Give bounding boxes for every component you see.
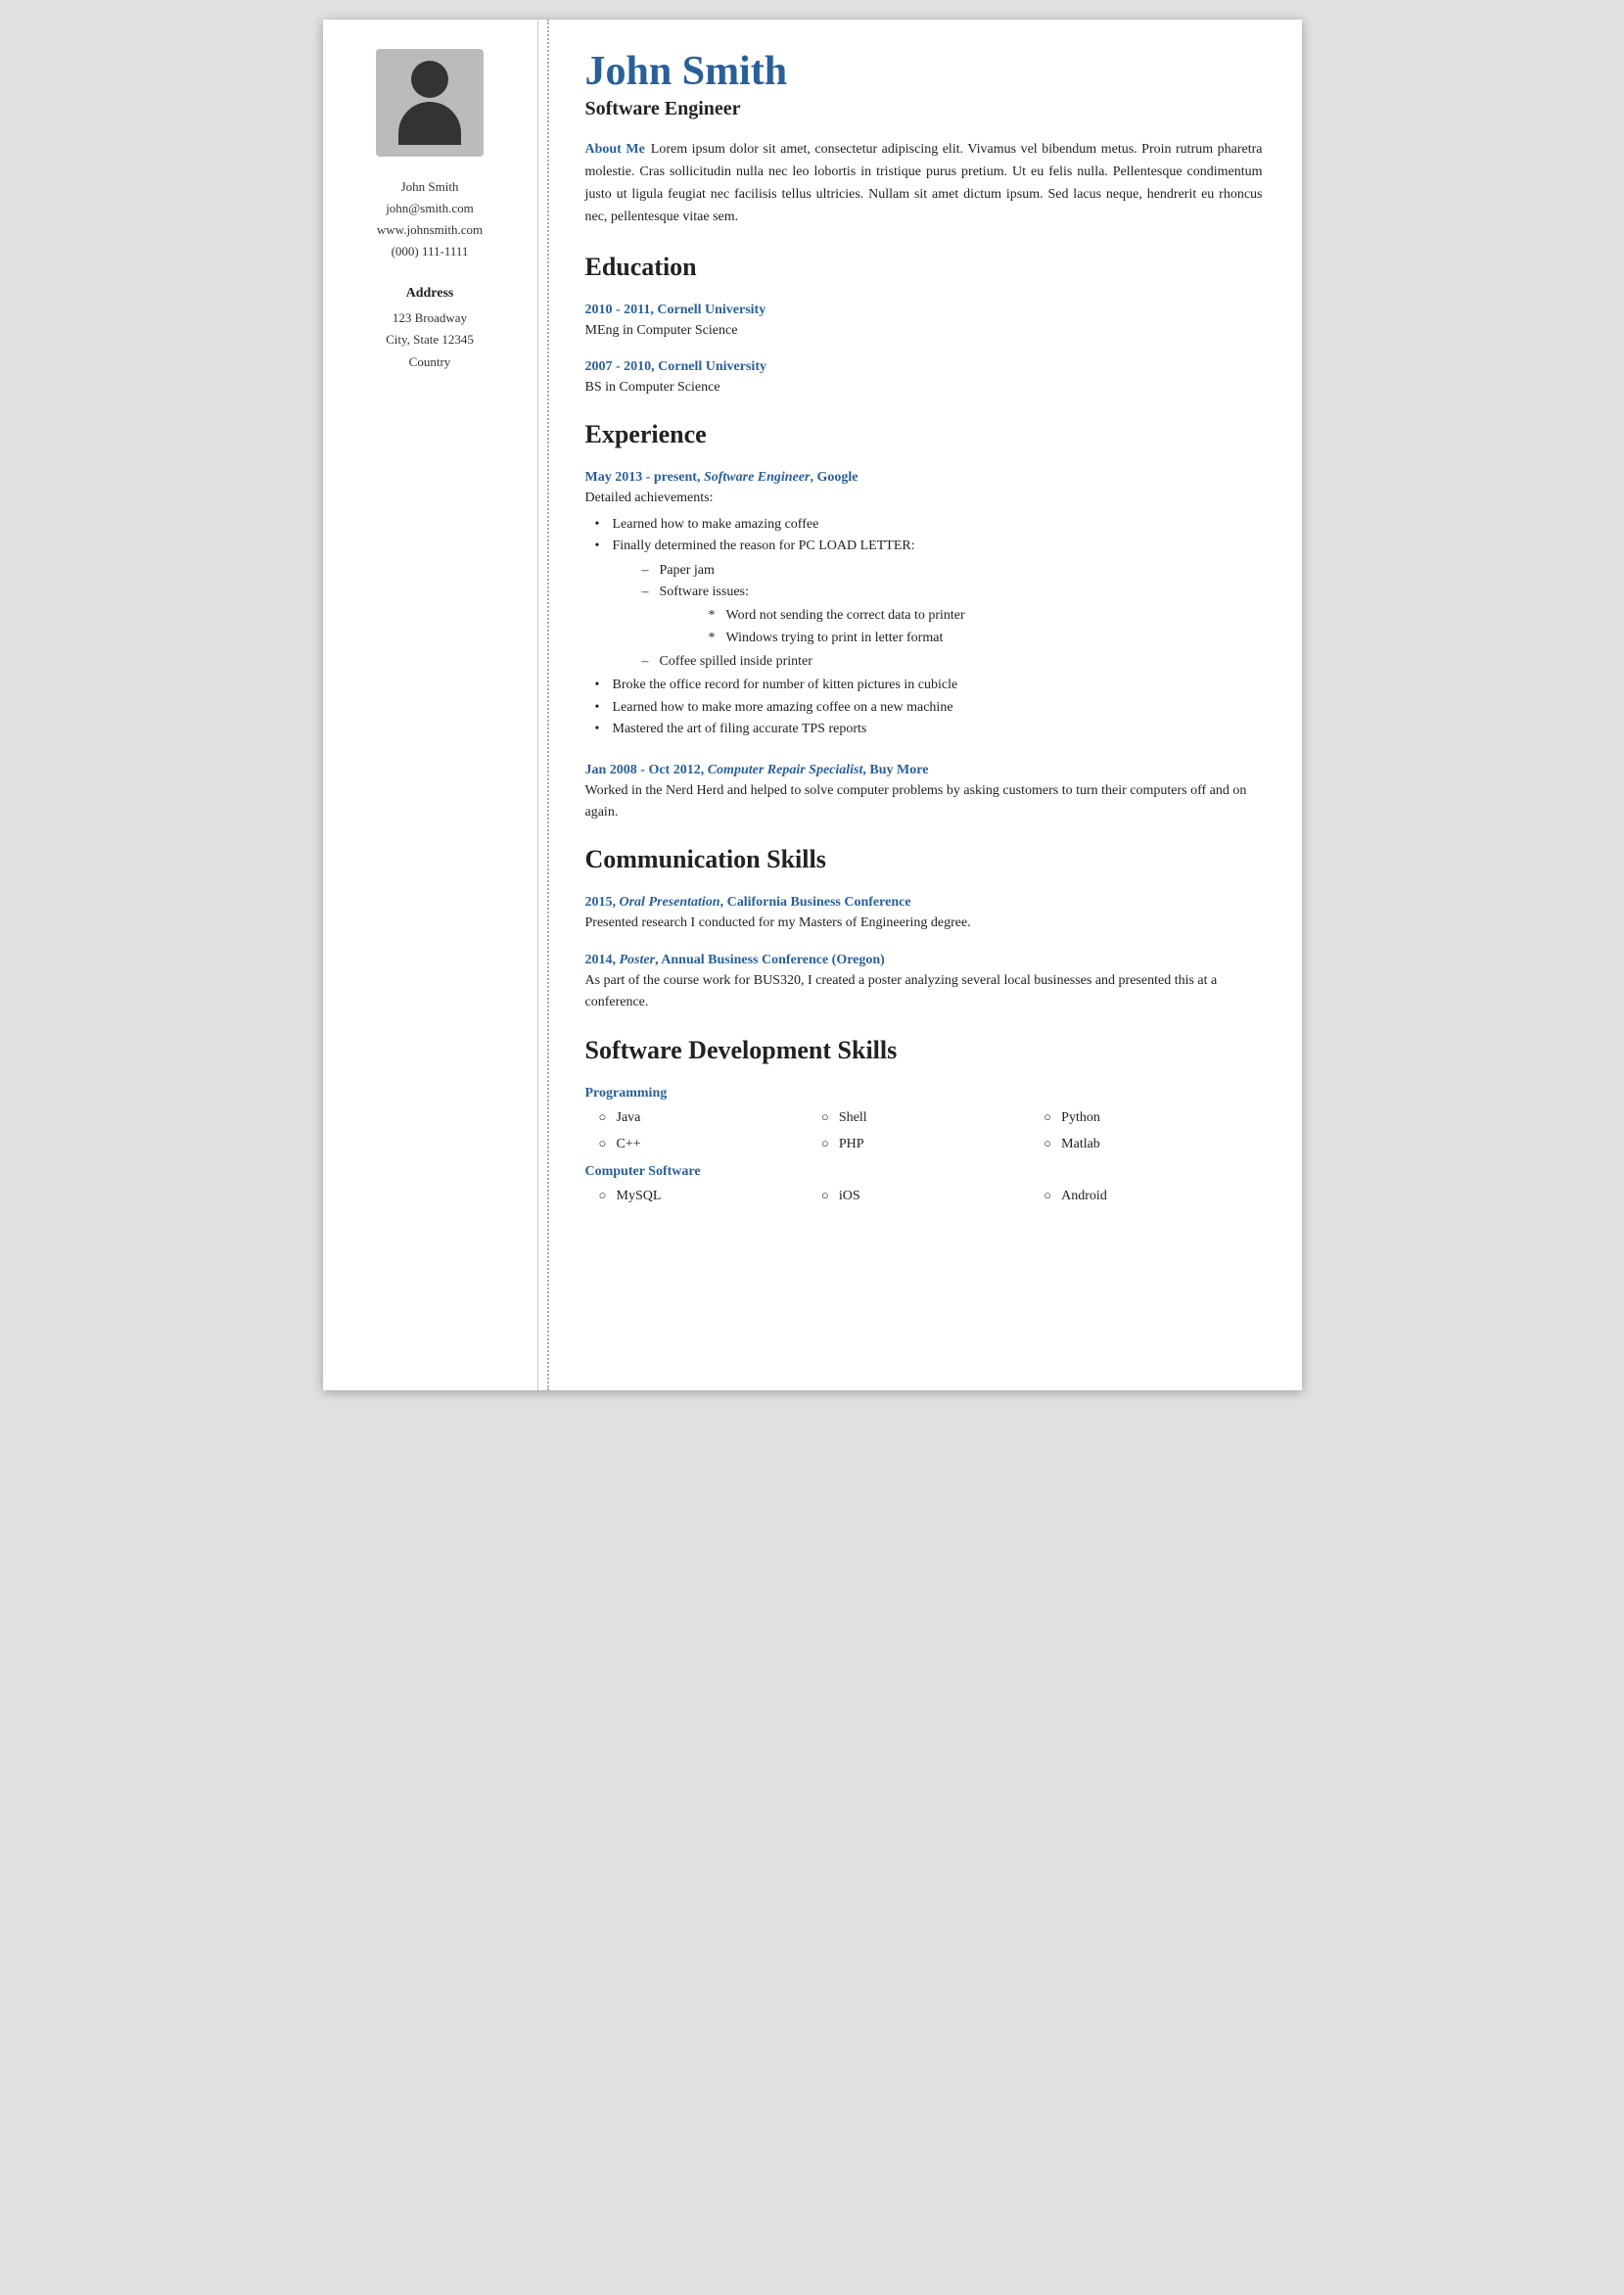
about-me-label: About Me bbox=[585, 142, 645, 157]
communication-entry-1-body: Presented research I conducted for my Ma… bbox=[585, 913, 1263, 934]
skill-android: Android bbox=[1040, 1184, 1262, 1208]
experience-entry-1: May 2013 - present, Software Engineer, G… bbox=[585, 470, 1263, 740]
sidebar-address-label: Address bbox=[406, 286, 454, 302]
achievements-label: Detailed achievements: bbox=[585, 488, 1263, 509]
sidebar-address-line3: Country bbox=[386, 351, 474, 373]
divider-column bbox=[538, 20, 556, 1390]
sidebar-contact-info: John Smith john@smith.com www.johnsmith.… bbox=[377, 176, 483, 262]
experience-bullets: Learned how to make amazing coffee Final… bbox=[585, 514, 1263, 741]
experience-entry-2: Jan 2008 - Oct 2012, Computer Repair Spe… bbox=[585, 763, 1263, 824]
skill-java: Java bbox=[595, 1105, 817, 1130]
dash-2: Software issues: Word not sending the co… bbox=[642, 582, 1263, 649]
communication-entry-2-body: As part of the course work for BUS320, I… bbox=[585, 970, 1263, 1014]
skill-cpp: C++ bbox=[595, 1132, 817, 1156]
job-title: Software Engineer bbox=[585, 98, 1263, 120]
education-entry-2-body: BS in Computer Science bbox=[585, 377, 1263, 398]
star-1: Word not sending the correct data to pri… bbox=[709, 605, 1263, 627]
skill-python: Python bbox=[1040, 1105, 1262, 1130]
bullet-1: Learned how to make amazing coffee bbox=[595, 514, 1263, 536]
full-name: John Smith bbox=[585, 49, 1263, 94]
computer-software-label: Computer Software bbox=[585, 1164, 1263, 1180]
communication-entry-1-header: 2015, Oral Presentation, California Busi… bbox=[585, 895, 1263, 911]
about-me-text: Lorem ipsum dolor sit amet, consectetur … bbox=[585, 142, 1263, 224]
computer-software-grid: MySQL iOS Android bbox=[585, 1184, 1263, 1208]
education-entry-1-body: MEng in Computer Science bbox=[585, 320, 1263, 342]
sidebar-address-line2: City, State 12345 bbox=[386, 329, 474, 351]
avatar-body bbox=[398, 102, 461, 145]
skill-matlab: Matlab bbox=[1040, 1132, 1262, 1156]
education-section: Education 2010 - 2011, Cornell Universit… bbox=[585, 253, 1263, 399]
skills-title: Software Development Skills bbox=[585, 1036, 1263, 1065]
skills-section: Software Development Skills Programming … bbox=[585, 1036, 1263, 1209]
experience-section: Experience May 2013 - present, Software … bbox=[585, 420, 1263, 823]
education-entry-1: 2010 - 2011, Cornell University MEng in … bbox=[585, 303, 1263, 342]
sidebar-phone: (000) 111-1111 bbox=[377, 241, 483, 262]
sidebar-address: 123 Broadway City, State 12345 Country bbox=[386, 307, 474, 372]
communication-entry-2: 2014, Poster, Annual Business Conference… bbox=[585, 953, 1263, 1014]
sidebar-website: www.johnsmith.com bbox=[377, 219, 483, 241]
education-entry-1-header: 2010 - 2011, Cornell University bbox=[585, 303, 1263, 318]
programming-skills-grid: Java Shell Python C++ PHP Matlab bbox=[585, 1105, 1263, 1156]
skill-mysql: MySQL bbox=[595, 1184, 817, 1208]
avatar bbox=[376, 49, 484, 157]
bullet-4: Learned how to make more amazing coffee … bbox=[595, 697, 1263, 719]
education-entry-2: 2007 - 2010, Cornell University BS in Co… bbox=[585, 359, 1263, 398]
dash-list: Paper jam Software issues: Word not send… bbox=[613, 560, 1263, 674]
bullet-5: Mastered the art of filing accurate TPS … bbox=[595, 719, 1263, 740]
person-icon bbox=[398, 61, 461, 145]
star-2: Windows trying to print in letter format bbox=[709, 628, 1263, 649]
communication-title: Communication Skills bbox=[585, 845, 1263, 874]
sidebar: John Smith john@smith.com www.johnsmith.… bbox=[323, 20, 538, 1390]
sidebar-email: john@smith.com bbox=[377, 198, 483, 219]
star-list: Word not sending the correct data to pri… bbox=[660, 605, 1263, 649]
experience-entry-1-header: May 2013 - present, Software Engineer, G… bbox=[585, 470, 1263, 486]
communication-entry-2-header: 2014, Poster, Annual Business Conference… bbox=[585, 953, 1263, 968]
skill-php: PHP bbox=[817, 1132, 1040, 1156]
avatar-head bbox=[411, 61, 448, 98]
dash-1: Paper jam bbox=[642, 560, 1263, 582]
communication-section: Communication Skills 2015, Oral Presenta… bbox=[585, 845, 1263, 1013]
about-me-section: About MeLorem ipsum dolor sit amet, cons… bbox=[585, 138, 1263, 228]
bullet-3: Broke the office record for number of ki… bbox=[595, 675, 1263, 696]
experience-title: Experience bbox=[585, 420, 1263, 449]
experience-entry-1-body: Detailed achievements: Learned how to ma… bbox=[585, 488, 1263, 740]
experience-entry-2-body: Worked in the Nerd Herd and helped to so… bbox=[585, 780, 1263, 824]
sidebar-name: John Smith bbox=[377, 176, 483, 198]
resume-page: John Smith john@smith.com www.johnsmith.… bbox=[323, 20, 1302, 1390]
communication-entry-1: 2015, Oral Presentation, California Busi… bbox=[585, 895, 1263, 934]
skill-ios: iOS bbox=[817, 1184, 1040, 1208]
education-title: Education bbox=[585, 253, 1263, 282]
education-entry-2-header: 2007 - 2010, Cornell University bbox=[585, 359, 1263, 375]
dash-3: Coffee spilled inside printer bbox=[642, 651, 1263, 673]
skill-shell: Shell bbox=[817, 1105, 1040, 1130]
programming-label: Programming bbox=[585, 1086, 1263, 1101]
main-content: John Smith Software Engineer About MeLor… bbox=[556, 20, 1302, 1390]
bullet-2: Finally determined the reason for PC LOA… bbox=[595, 536, 1263, 673]
experience-entry-2-header: Jan 2008 - Oct 2012, Computer Repair Spe… bbox=[585, 763, 1263, 778]
sidebar-address-line1: 123 Broadway bbox=[386, 307, 474, 329]
